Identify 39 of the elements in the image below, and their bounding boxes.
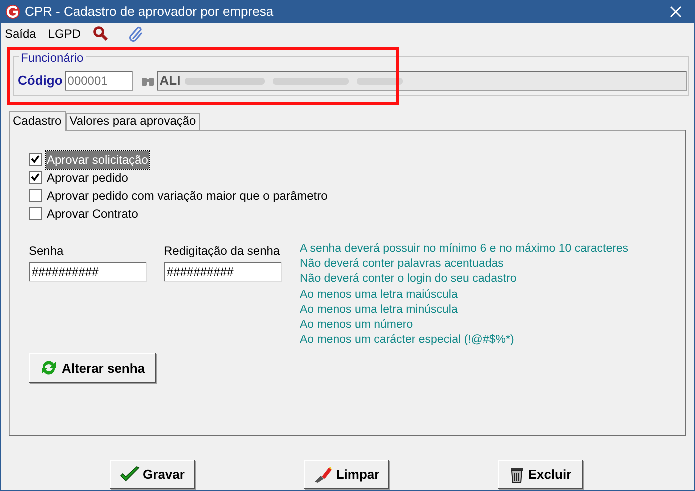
password-rule: Ao menos uma letra maiúscula [300,288,459,303]
checkbox[interactable] [29,153,42,166]
password-confirm-field[interactable]: ########## [164,262,282,282]
delete-button[interactable]: Excluir [498,460,583,489]
tab[interactable]: Valores para aprovação [66,113,200,130]
search-icon[interactable] [93,26,110,42]
checkbox[interactable] [29,207,42,220]
checkbox-label: Aprovar pedido [46,170,130,186]
password-rule: Não deverá conter palavras acentuadas [300,257,505,272]
checkbox-label: Aprovar pedido com variação maior que o parâmetro [46,188,329,204]
password-rule: Não deverá conter o login do seu cadastro [300,272,518,288]
clear-button[interactable]: Limpar [304,460,389,489]
change-password-button[interactable]: Alterar senha [29,353,156,384]
tab[interactable]: Cadastro [9,111,66,131]
checkbox[interactable] [29,189,42,202]
menu-item[interactable]: Saída [5,25,36,43]
checkbox-label: Aprovar Contrato [46,206,140,222]
close-icon[interactable] [670,6,682,18]
field-label: Redigitação da senha [164,243,282,260]
refresh-icon [40,359,58,378]
paperclip-icon[interactable] [129,26,146,42]
password-rule: Ao menos um carácter especial (!@#$%*) [300,333,516,348]
code-field[interactable]: 000001 [64,70,133,90]
window-title: CPR - Cadastro de aprovador por empresa [25,3,274,22]
checkbox[interactable] [29,171,42,184]
name-value: ALI [160,72,181,90]
field-label: Senha [29,243,65,260]
eraser-icon [313,466,334,484]
password-rule: Ao menos uma letra minúscula [300,302,459,318]
menu-item[interactable]: LGPD [48,25,82,43]
field-label: Código [18,72,63,90]
checkbox-label: Aprovar solicitação [46,150,150,168]
trash-icon [509,466,526,484]
check-icon [120,466,140,484]
password-field[interactable]: ########## [29,262,147,282]
password-rule: A senha deverá possuir no mínimo 6 e no máximo 10 caracteres [300,242,629,257]
password-rule: Ao menos um número [300,318,414,334]
save-button[interactable]: Gravar [110,460,195,489]
app-logo-icon [5,4,21,20]
